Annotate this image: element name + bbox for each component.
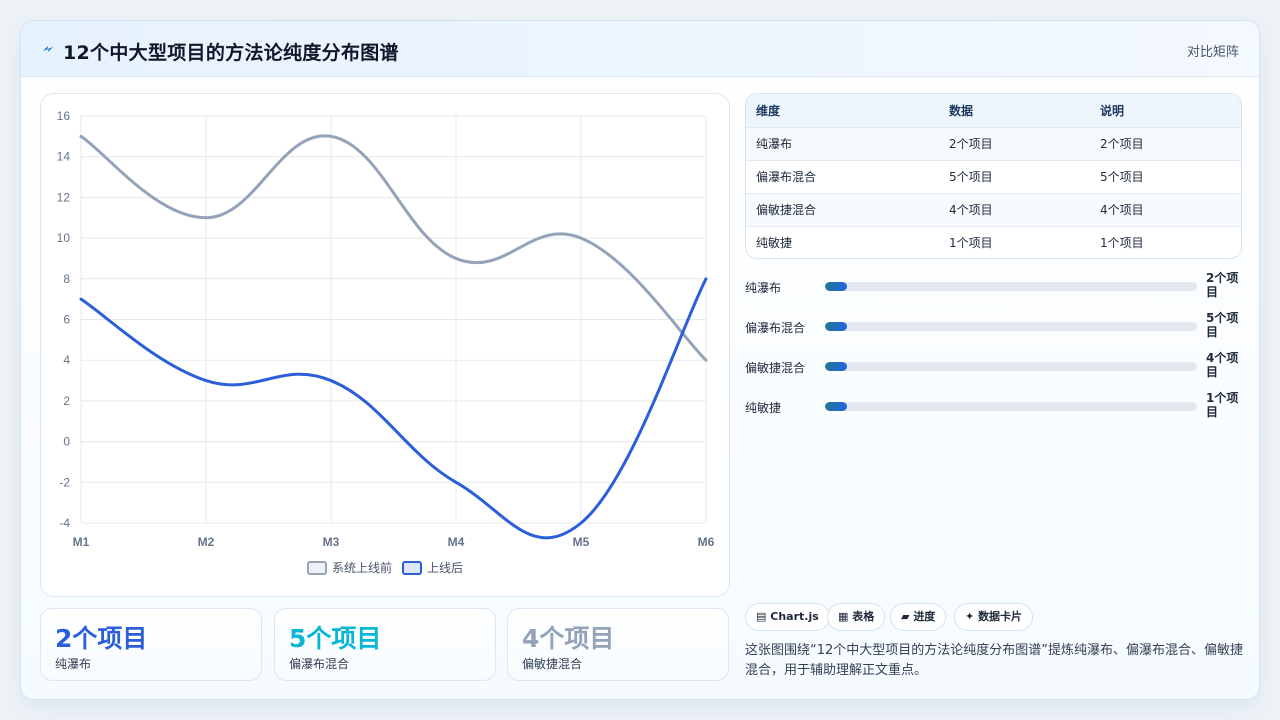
legend-label: 系统上线前 <box>332 560 392 575</box>
progress-row: 纯敏捷 1个项目 <box>745 391 1245 421</box>
progress-label: 偏瀑布混合 <box>745 321 806 335</box>
progress-track <box>825 282 1197 291</box>
x-tick-label: M1 <box>73 535 90 549</box>
legend-swatch <box>402 561 422 575</box>
table-cell: 4个项目 <box>1100 203 1144 217</box>
progress-row: 偏瀑布混合 5个项目 <box>745 311 1245 341</box>
chip-chartjs[interactable]: ▤ Chart.js <box>745 603 830 631</box>
progress-track <box>825 322 1197 331</box>
legend-label: 上线后 <box>427 561 463 575</box>
chip-label: 数据卡片 <box>978 610 1023 623</box>
line-chart: -4 -2 0 2 4 6 8 10 12 14 16 M1 M2 M3 M4 M5 M6 系统上线前 上线后 <box>57 109 715 575</box>
progress-track <box>825 362 1197 371</box>
y-tick-label: 2 <box>63 394 70 408</box>
chip-label: 表格 <box>852 610 875 623</box>
progress-row: 纯瀑布 2个项目 <box>745 271 1245 301</box>
table-cell: 2个项目 <box>949 137 993 151</box>
table-header-cell: 维度 <box>756 103 781 118</box>
x-tick-label: M4 <box>448 535 465 549</box>
table-cell: 5个项目 <box>949 170 993 184</box>
progress-label: 纯瀑布 <box>745 281 782 295</box>
y-tick-label: 0 <box>63 435 70 449</box>
stat-card-1: 2个项目 纯瀑布 <box>40 608 262 681</box>
chip-label: 进度 <box>913 610 936 623</box>
table-cell: 2个项目 <box>1100 137 1144 151</box>
series-line-2 <box>79 277 708 540</box>
progress-value: 4个项目 <box>1206 351 1239 379</box>
stat-value: 2个项目 <box>55 624 148 653</box>
progress-icon: ▰ <box>901 610 910 623</box>
table-row: 纯敏捷 1个项目 1个项目 <box>746 226 1241 258</box>
progress-value: 2个项目 <box>1206 271 1239 299</box>
data-table: 维度 数据 说明 纯瀑布 2个项目 2个项目 偏瀑布混合 5个项目 5个项目 偏… <box>745 93 1242 259</box>
x-tick-label: M3 <box>323 535 340 549</box>
table-cell: 4个项目 <box>949 203 993 217</box>
y-tick-label: -2 <box>59 475 70 489</box>
legend-swatch <box>307 561 327 575</box>
table-header-cell: 数据 <box>949 103 974 118</box>
table-cell: 纯瀑布 <box>756 137 793 151</box>
lightning-icon <box>43 46 53 52</box>
chip-label: Chart.js <box>770 610 819 623</box>
x-tick-label: M2 <box>198 535 215 549</box>
progress-value: 5个项目 <box>1206 311 1239 339</box>
progress-value: 1个项目 <box>1206 391 1239 419</box>
progress-fill <box>825 322 848 331</box>
sparkle-icon: ✦ <box>965 610 975 623</box>
y-tick-label: 12 <box>57 190 71 204</box>
progress-row: 偏敏捷混合 4个项目 <box>745 351 1245 381</box>
table-cell: 1个项目 <box>949 236 993 251</box>
stat-value: 5个项目 <box>289 624 382 653</box>
table-cell: 偏敏捷混合 <box>756 203 817 217</box>
table-cell: 5个项目 <box>1100 170 1144 184</box>
progress-fill <box>825 402 848 411</box>
table-cell: 偏瀑布混合 <box>756 170 817 184</box>
x-tick-label: M5 <box>573 535 590 549</box>
y-tick-label: 6 <box>63 313 70 327</box>
y-tick-label: -4 <box>59 516 70 530</box>
stat-label: 偏敏捷混合 <box>522 657 583 671</box>
progress-fill <box>825 282 848 291</box>
series-line-1 <box>79 134 708 362</box>
table-header-cell: 说明 <box>1100 103 1125 118</box>
stat-label: 偏瀑布混合 <box>289 657 350 671</box>
chart-icon: ▤ <box>756 610 767 623</box>
table-cell: 1个项目 <box>1100 236 1144 251</box>
stat-value: 4个项目 <box>522 624 615 653</box>
stat-card-3: 4个项目 偏敏捷混合 <box>507 608 729 681</box>
table-icon: ▦ <box>838 610 849 623</box>
y-tick-label: 14 <box>57 150 71 164</box>
y-tick-label: 4 <box>63 353 70 367</box>
y-tick-label: 8 <box>63 272 70 286</box>
page-title: 12个中大型项目的方法论纯度分布图谱 <box>63 42 399 64</box>
y-tick-label: 10 <box>57 231 71 245</box>
header-bar: 12个中大型项目的方法论纯度分布图谱 对比矩阵 <box>21 21 1259 77</box>
stat-card-2: 5个项目 偏瀑布混合 <box>274 608 496 681</box>
chip-table[interactable]: ▦ 表格 <box>827 603 886 631</box>
table-row: 偏瀑布混合 5个项目 5个项目 <box>746 160 1241 193</box>
x-tick-label: M6 <box>698 535 715 549</box>
main-card: 12个中大型项目的方法论纯度分布图谱 对比矩阵 -4 -2 0 2 4 6 8 10 12 14 1… <box>20 20 1260 700</box>
line-chart-panel: -4 -2 0 2 4 6 8 10 12 14 16 M1 M2 M3 M4 M5 M6 系统上线前 上线后 <box>40 93 730 597</box>
y-tick-label: 16 <box>57 109 71 123</box>
progress-label: 纯敏捷 <box>745 401 782 415</box>
table-cell: 纯敏捷 <box>756 236 793 251</box>
progress-track <box>825 402 1197 411</box>
stat-label: 纯瀑布 <box>55 657 92 671</box>
chip-data-cards[interactable]: ✦ 数据卡片 <box>954 603 1034 631</box>
progress-fill <box>825 362 848 371</box>
description-text: 这张图围绕“12个中大型项目的方法论纯度分布图谱”提炼纯瀑布、偏瀑布混合、偏敏捷… <box>745 643 1244 678</box>
compare-matrix-link[interactable]: 对比矩阵 <box>1187 41 1239 60</box>
table-header-row: 维度 数据 说明 <box>746 94 1241 127</box>
chip-progress[interactable]: ▰ 进度 <box>890 603 947 631</box>
table-row: 纯瀑布 2个项目 2个项目 <box>746 127 1241 160</box>
progress-label: 偏敏捷混合 <box>745 361 806 375</box>
table-row: 偏敏捷混合 4个项目 4个项目 <box>746 193 1241 226</box>
